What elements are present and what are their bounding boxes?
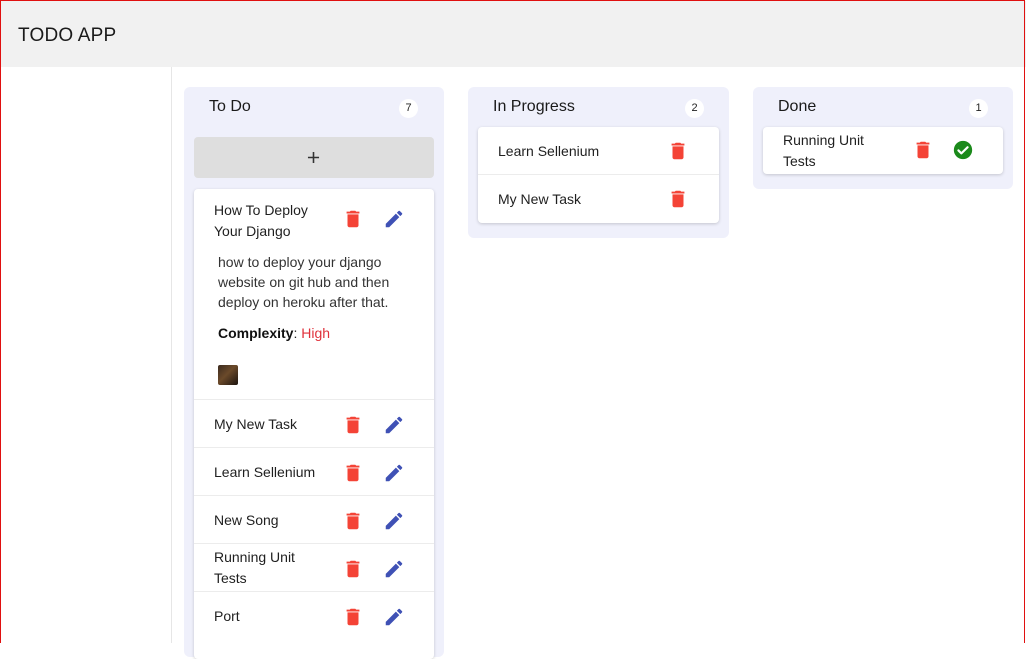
pencil-icon (385, 512, 403, 530)
trash-icon (671, 190, 685, 208)
task-card[interactable]: How To Deploy Your Django how to deploy … (194, 189, 434, 400)
trash-icon (346, 512, 360, 530)
column-title: In Progress (493, 98, 575, 115)
delete-button[interactable] (912, 139, 934, 161)
trash-icon (346, 416, 360, 434)
edit-button[interactable] (383, 462, 405, 484)
delete-button[interactable] (342, 558, 364, 580)
trash-icon (916, 141, 930, 159)
trash-icon (346, 608, 360, 626)
task-title: My New Task (214, 416, 297, 432)
task-title: Running Unit Tests (783, 132, 864, 169)
pencil-icon (385, 608, 403, 626)
edit-button[interactable] (383, 208, 405, 230)
task-card[interactable]: Port (194, 592, 434, 640)
column-todo: To Do 7 How To Deploy Your Django how to… (184, 87, 444, 659)
delete-button[interactable] (342, 462, 364, 484)
todo-card-list: How To Deploy Your Django how to deploy … (194, 189, 434, 659)
column-title: To Do (209, 98, 251, 115)
pencil-icon (385, 560, 403, 578)
app-title: TODO APP (18, 25, 117, 46)
column-count-badge: 1 (969, 99, 988, 118)
task-card[interactable]: New Song (194, 496, 434, 544)
task-title: Learn Sellenium (498, 143, 600, 159)
in-progress-card-list: Learn Sellenium My New Task (478, 127, 719, 223)
trash-icon (346, 464, 360, 482)
task-card[interactable]: Learn Sellenium (478, 127, 719, 175)
sidebar-divider (171, 67, 172, 643)
task-title: Learn Sellenium (214, 464, 316, 480)
pencil-icon (385, 464, 403, 482)
trash-icon (346, 210, 360, 228)
check-circle-icon (953, 140, 973, 160)
trash-icon (671, 142, 685, 160)
column-done: Done 1 Running Unit Tests (753, 87, 1013, 189)
edit-button[interactable] (383, 414, 405, 436)
plus-icon (307, 151, 320, 164)
done-card-list: Running Unit Tests (763, 127, 1003, 174)
pencil-icon (385, 416, 403, 434)
task-title: My New Task (498, 191, 581, 207)
avatar (218, 365, 238, 385)
complexity-label: Complexity (218, 325, 294, 341)
task-complexity: Complexity: High (218, 325, 330, 341)
delete-button[interactable] (667, 188, 689, 210)
delete-button[interactable] (342, 208, 364, 230)
add-task-button[interactable] (194, 137, 434, 178)
trash-icon (346, 560, 360, 578)
app-bar: TODO APP (1, 1, 1026, 67)
pencil-icon (385, 210, 403, 228)
task-title: Port (214, 608, 240, 624)
delete-button[interactable] (667, 140, 689, 162)
complexity-value: High (301, 325, 331, 341)
task-description: how to deploy your django website on git… (218, 254, 390, 310)
column-in-progress: In Progress 2 Learn Sellenium My New Tas… (468, 87, 729, 238)
task-card[interactable]: Learn Sellenium (194, 448, 434, 496)
delete-button[interactable] (342, 606, 364, 628)
edit-button[interactable] (383, 510, 405, 532)
delete-button[interactable] (342, 510, 364, 532)
task-title: Running Unit Tests (214, 549, 295, 586)
task-title: New Song (214, 512, 279, 528)
edit-button[interactable] (383, 606, 405, 628)
column-count-badge: 7 (399, 99, 418, 118)
task-card[interactable]: My New Task (478, 175, 719, 223)
delete-button[interactable] (342, 414, 364, 436)
task-title: How To Deploy Your Django (214, 202, 308, 239)
task-card[interactable]: My New Task (194, 400, 434, 448)
column-title: Done (778, 98, 817, 115)
column-count-badge: 2 (685, 99, 704, 118)
task-card[interactable]: Running Unit Tests (194, 544, 434, 592)
task-card[interactable]: Running Unit Tests (763, 127, 1003, 174)
complete-button[interactable] (952, 139, 974, 161)
edit-button[interactable] (383, 558, 405, 580)
